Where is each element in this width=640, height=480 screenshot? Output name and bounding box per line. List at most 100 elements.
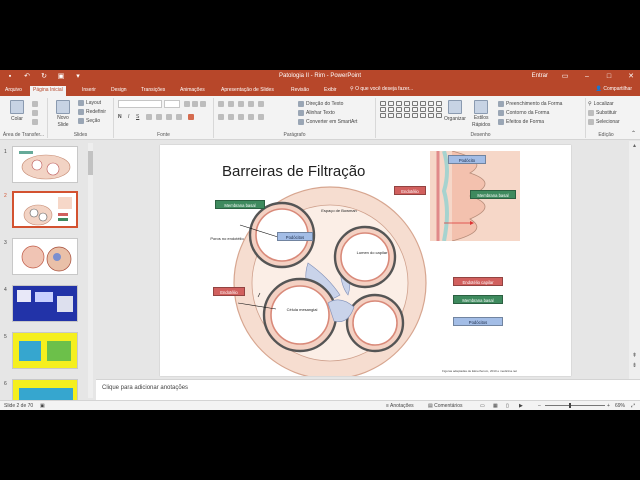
tab-design[interactable]: Design [108,86,130,96]
layout-button[interactable]: Layout [78,100,101,106]
font-color-button[interactable] [188,114,194,120]
current-slide[interactable]: Barreiras de Filtração Espaço de Bowman … [160,145,571,376]
normal-view-icon[interactable]: ▭ [480,403,485,409]
tag-podocitos[interactable]: Podócitos [277,232,313,241]
replace-label: Substituir [596,110,617,116]
bold-button[interactable]: N [118,114,122,120]
thumbnail-scrollbar[interactable] [88,143,93,398]
slide-thumbnail-2[interactable] [12,191,78,228]
text-direction-button[interactable]: Direção do Texto [298,101,343,107]
slide-sorter-icon[interactable]: ▦ [493,403,498,409]
align-buttons[interactable] [218,114,264,120]
notes-toggle[interactable]: ≡ Anotações [386,403,414,409]
close-button[interactable]: ✕ [626,72,636,80]
font-size-select[interactable] [164,100,180,108]
previous-slide-icon[interactable]: ⇞ [631,353,638,360]
arrange-button[interactable]: Organizar [444,100,466,122]
slide-title[interactable]: Barreiras de Filtração [222,163,365,180]
scroll-up-icon[interactable]: ▴ [631,143,638,150]
slide-scrollbar[interactable]: ▴ ⇞ ⇟ [629,141,640,379]
brush-icon [32,119,38,125]
ribbon-options-icon[interactable]: ▭ [560,72,570,80]
legend-endotelio-capilar[interactable]: Endotélio capilar [453,277,503,286]
paste-button[interactable]: Colar [10,100,24,122]
minimize-button[interactable]: – [582,73,592,80]
select-button[interactable]: Selecionar [588,119,620,125]
collapse-ribbon-icon[interactable]: ⌃ [631,130,636,137]
align-text-icon [298,110,304,116]
zoom-slider-thumb[interactable] [569,403,571,408]
zoom-out-icon[interactable]: – [538,403,541,409]
shadow-button[interactable] [146,114,152,120]
tab-revisao[interactable]: Revisão [288,86,312,96]
section-label: Seção [86,118,101,124]
legend-membrana-basal[interactable]: Membrana basal [453,295,503,304]
shape-outline-button[interactable]: Contorno da Forma [498,110,549,116]
zoom-slider[interactable] [545,405,605,406]
replace-button[interactable]: Substituir [588,110,617,116]
tab-animacoes[interactable]: Animações [177,86,208,96]
cut-button[interactable] [32,101,38,107]
tab-apresentacao[interactable]: Apresentação de Slides [218,86,277,96]
list-buttons[interactable] [218,101,264,107]
notes-pane[interactable]: Clique para adicionar anotações [96,379,640,400]
inset-tag-podocito[interactable]: Podócito [448,155,486,164]
maximize-button[interactable]: □ [604,73,614,80]
label-poros-endotelio: Poros no endotélio [210,236,244,241]
tab-inserir[interactable]: Inserir [79,86,99,96]
tab-exibir[interactable]: Exibir [321,86,340,96]
spellcheck-icon[interactable]: ▣ [40,403,45,409]
share-button[interactable]: 👤 Compartilhar [596,86,632,92]
reset-button[interactable]: Redefinir [78,109,106,115]
case-button[interactable] [176,114,182,120]
notes-placeholder[interactable]: Clique para adicionar anotações [102,385,188,391]
comments-toggle[interactable]: ▤ Comentários [428,403,462,409]
smartart-button[interactable]: Converter em SmartArt [298,119,357,125]
next-slide-icon[interactable]: ⇟ [631,363,638,370]
slide-thumbnail-1[interactable] [12,146,78,183]
enter-link[interactable]: Entrar [532,73,548,79]
zoom-level[interactable]: 69% [615,403,625,409]
tag-membrana-basal[interactable]: Membrana basal [215,200,265,209]
justify-icon [248,114,254,120]
paragraph-group-label: Parágrafo [283,132,306,138]
legend-podocitos[interactable]: Podócitos [453,317,503,326]
underline-button[interactable]: S [136,114,139,120]
strikethrough-button[interactable] [156,114,162,120]
shapes-gallery[interactable] [380,101,443,118]
spacing-button[interactable] [166,114,172,120]
format-painter-button[interactable] [32,119,38,125]
shape-effects-button[interactable]: Efeitos de Forma [498,119,544,125]
font-color-icon [188,114,194,120]
grow-shrink-buttons[interactable] [184,101,206,107]
new-slide-button[interactable]: Novo Slide [56,100,70,128]
thumbnail-filtration-icon [23,197,72,226]
inset-tag-endotelio[interactable]: Endotélio [394,186,426,195]
thumbnail-scroll-thumb[interactable] [88,151,93,175]
zoom-in-icon[interactable]: + [607,403,610,409]
quick-styles-button[interactable]: Estilos Rápidos [472,100,490,128]
shape-fill-button[interactable]: Preenchimento da Forma [498,101,562,107]
italic-button[interactable]: I [128,114,129,120]
font-family-select[interactable] [118,100,162,108]
copy-button[interactable] [32,110,38,116]
spacing-icon [166,114,172,120]
slide-thumbnail-3[interactable] [12,238,78,275]
inset-tag-membrana-basal[interactable]: Membrana basal [470,190,516,199]
slide-thumbnail-6[interactable] [12,379,78,400]
tab-arquivo[interactable]: Arquivo [2,86,25,96]
slideshow-view-icon[interactable]: ▶ [519,403,523,409]
section-button[interactable]: Seção [78,118,100,124]
layout-icon [78,100,84,106]
font-shrink-icon [192,101,198,107]
slide-thumbnail-5[interactable] [12,332,78,369]
tab-pagina-inicial[interactable]: Página Inicial [30,86,66,96]
slide-thumbnail-4[interactable] [12,285,78,322]
tag-endotelio[interactable]: Endotélio [213,287,245,296]
fit-slide-icon[interactable]: ⤢ [631,403,635,409]
align-text-button[interactable]: Alinhar Texto [298,110,335,116]
tab-transicoes[interactable]: Transições [138,86,168,96]
find-button[interactable]: ⚲ Localizar [588,101,614,107]
tell-me-search[interactable]: ⚲ O que você deseja fazer... [350,86,413,92]
reading-view-icon[interactable]: ▯ [506,403,509,409]
